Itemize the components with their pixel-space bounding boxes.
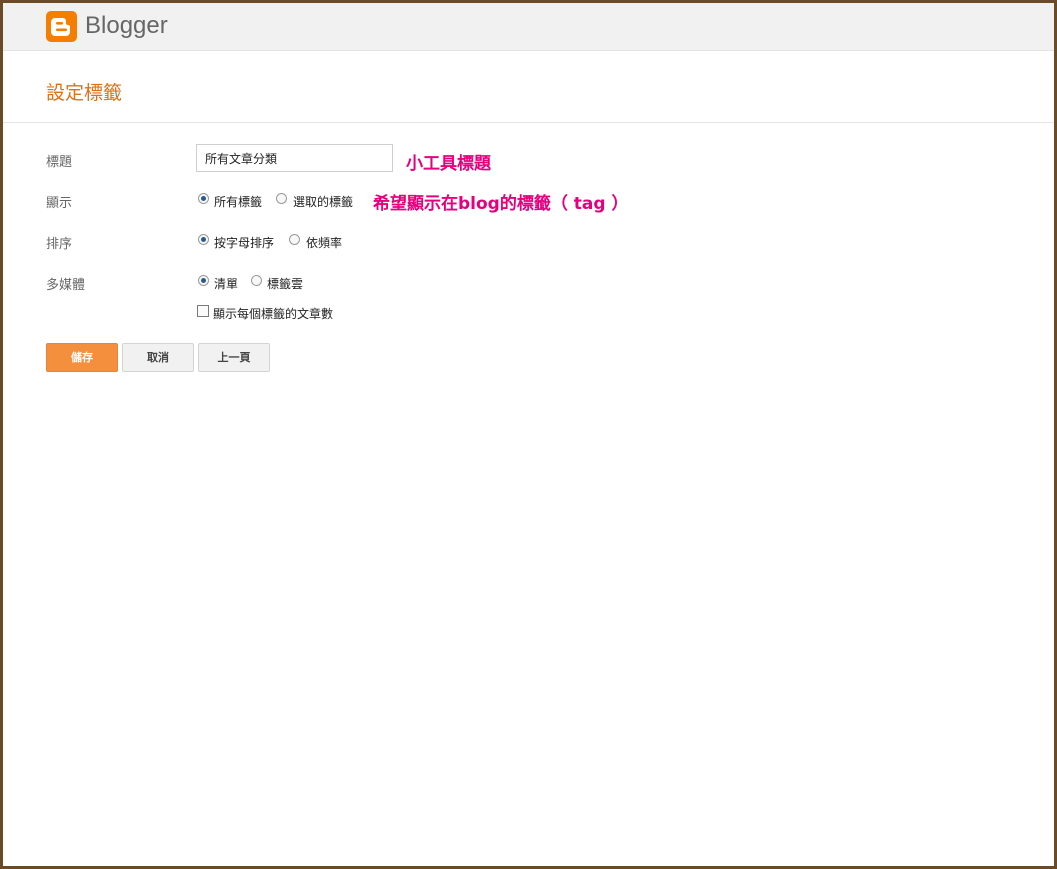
annotation-display-hint: 希望顯示在blog的標籤（ tag ） — [373, 194, 629, 214]
media-cloud-radio[interactable] — [251, 275, 262, 286]
sort-frequency-radio[interactable] — [289, 234, 300, 245]
display-label: 顯示 — [46, 196, 73, 211]
display-all-radio[interactable] — [198, 193, 209, 204]
sort-frequency-label[interactable]: 依頻率 — [306, 234, 342, 251]
show-count-checkbox[interactable] — [197, 305, 209, 317]
show-count-label[interactable]: 顯示每個標籤的文章數 — [213, 305, 333, 322]
display-selected-label[interactable]: 選取的標籤 — [293, 193, 353, 210]
back-button[interactable]: 上一頁 — [198, 343, 270, 372]
sort-alpha-radio[interactable] — [198, 234, 209, 245]
title-input[interactable] — [196, 144, 393, 172]
save-button[interactable]: 儲存 — [46, 343, 118, 372]
annotation-widget-title: 小工具標題 — [406, 154, 491, 174]
media-cloud-label[interactable]: 標籤雲 — [267, 275, 303, 292]
sort-alpha-label[interactable]: 按字母排序 — [214, 234, 274, 251]
display-selected-radio[interactable] — [276, 193, 287, 204]
title-label: 標題 — [46, 155, 73, 170]
divider — [3, 122, 1054, 123]
window-frame: Blogger 設定標籤 標題 小工具標題 顯示 所有標籤 選取的標籤 希望顯示… — [0, 0, 1057, 869]
blogger-icon[interactable] — [46, 11, 77, 42]
page-title: 設定標籤 — [46, 82, 123, 104]
header-bar: Blogger — [3, 3, 1054, 51]
app-name: Blogger — [85, 12, 168, 39]
media-list-label[interactable]: 清單 — [214, 275, 238, 292]
sort-label: 排序 — [46, 237, 73, 252]
display-all-label[interactable]: 所有標籤 — [214, 193, 262, 210]
cancel-button[interactable]: 取消 — [122, 343, 194, 372]
media-list-radio[interactable] — [198, 275, 209, 286]
media-label: 多媒體 — [46, 278, 86, 293]
